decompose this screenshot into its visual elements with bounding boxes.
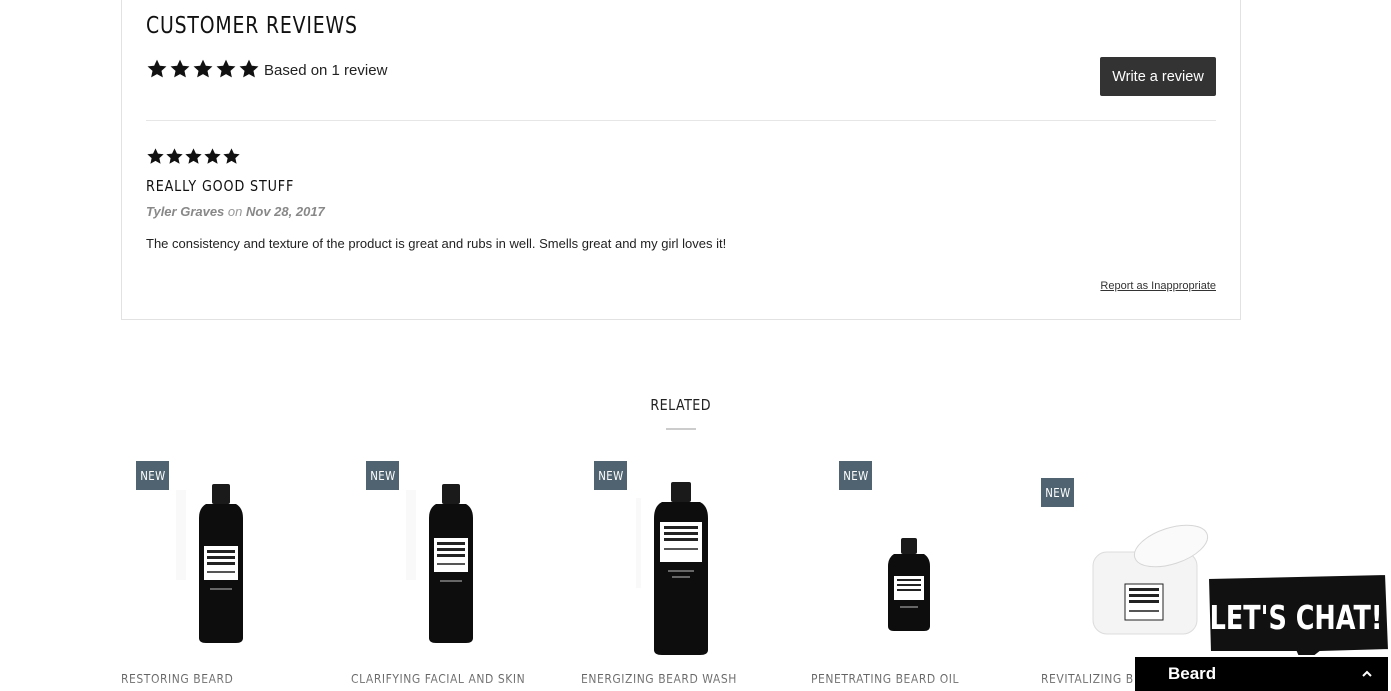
small-bottle-icon (884, 536, 934, 637)
review-count-text: Based on 1 review (264, 62, 388, 79)
star-icon (184, 147, 203, 166)
star-icon (169, 58, 191, 80)
bottle-icon (146, 480, 266, 650)
star-icon (215, 58, 237, 80)
summary-rating-stars (146, 58, 260, 80)
new-badge: NEW (1041, 478, 1074, 507)
star-icon (203, 147, 222, 166)
related-product-card[interactable]: NEW ENERGIZING BEARD WASH (581, 460, 791, 691)
chat-bubble-text: LET'S CHAT! (1210, 599, 1383, 637)
report-inappropriate-link[interactable]: Report as Inappropriate (1100, 280, 1216, 292)
review-rating-stars (146, 147, 241, 166)
jar-icon (1091, 524, 1211, 649)
chat-bar-label: Beard (1168, 664, 1217, 683)
new-badge: NEW (839, 461, 872, 490)
star-icon (146, 147, 165, 166)
star-icon (146, 58, 168, 80)
related-product-card[interactable]: NEW RESTORING BEARD CONDITIONER (121, 460, 331, 691)
star-icon (165, 147, 184, 166)
review-body: The consistency and texture of the produ… (146, 236, 727, 251)
review-meta: Tyler Graves on Nov 28, 2017 (146, 204, 325, 219)
star-icon (222, 147, 241, 166)
review-title: REALLY GOOD STUFF (146, 177, 295, 195)
reviews-divider (146, 120, 1216, 121)
new-badge: NEW (594, 461, 627, 490)
reviews-heading: CUSTOMER REVIEWS (146, 13, 358, 39)
bottle-icon (376, 480, 496, 650)
product-name[interactable]: PENETRATING BEARD OIL (811, 670, 991, 688)
review-author: Tyler Graves (146, 204, 225, 219)
new-badge: NEW (136, 461, 169, 490)
chevron-up-icon[interactable] (1360, 666, 1374, 680)
lets-chat-bubble[interactable]: LET'S CHAT! (1200, 572, 1391, 668)
bottle-icon (596, 478, 726, 663)
review-on-word: on (227, 204, 243, 219)
related-heading: RELATED (650, 396, 711, 414)
star-icon (238, 58, 260, 80)
product-name[interactable]: RESTORING BEARD CONDITIONER (121, 670, 301, 691)
new-badge: NEW (366, 461, 399, 490)
customer-reviews-section: CUSTOMER REVIEWS Based on 1 review Write… (121, 0, 1241, 320)
star-icon (192, 58, 214, 80)
related-product-card[interactable]: NEW CLARIFYING FACIAL AND SKIN ASTRINGEN… (351, 460, 561, 691)
product-name[interactable]: ENERGIZING BEARD WASH (581, 670, 761, 688)
write-review-button[interactable]: Write a review (1100, 57, 1216, 96)
chat-bar[interactable]: Beard (1133, 655, 1390, 691)
product-name[interactable]: CLARIFYING FACIAL AND SKIN ASTRINGENT (351, 670, 531, 691)
related-product-card[interactable]: NEW PENETRATING BEARD OIL (811, 460, 1021, 691)
review-date: Nov 28, 2017 (246, 204, 325, 219)
related-heading-underline (666, 428, 696, 430)
